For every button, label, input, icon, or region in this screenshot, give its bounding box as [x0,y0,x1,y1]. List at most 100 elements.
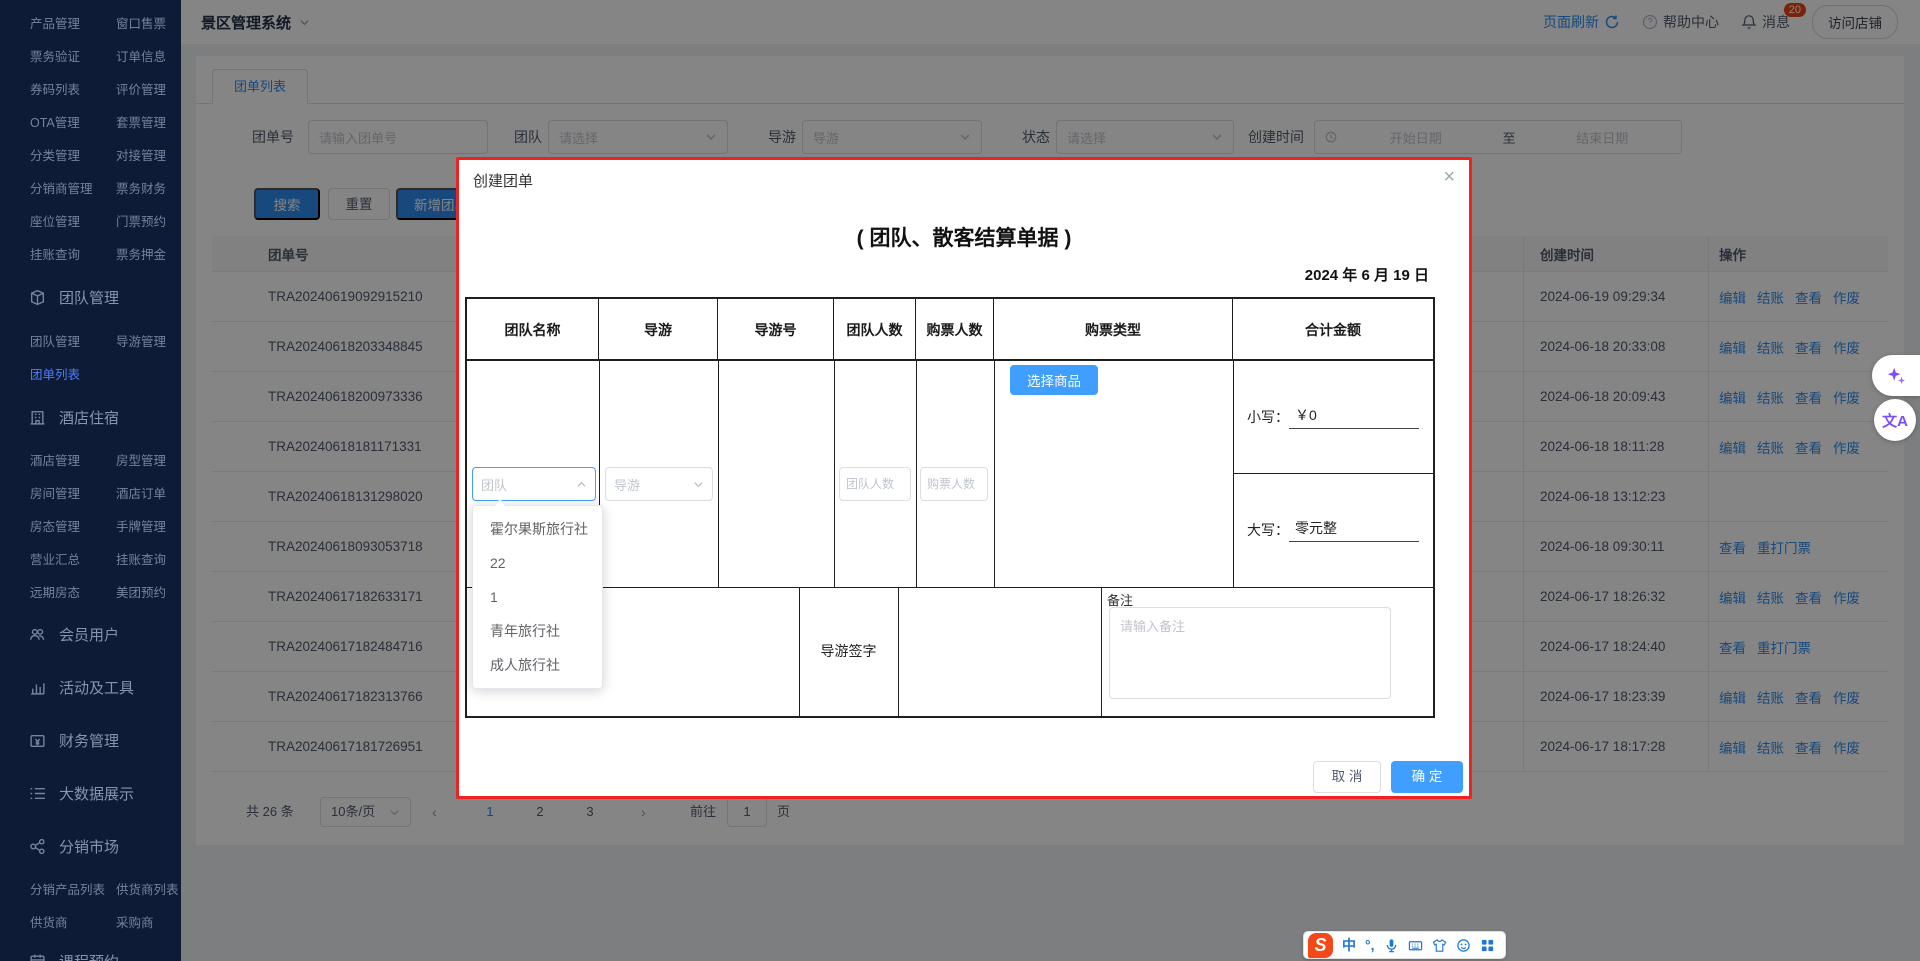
sidebar-item[interactable]: 票务押金 [116,239,181,272]
sidebar-item[interactable]: 远期房态 [30,577,116,610]
sidebar-item[interactable]: 营业汇总 [30,544,116,577]
sogou-logo-icon[interactable]: S [1308,933,1333,958]
sidebar-item[interactable]: 券码列表 [30,74,116,107]
sidebar-item[interactable]: 评价管理 [116,74,181,107]
col-total-amount: 合计金额 [1233,299,1433,361]
users-icon [29,626,46,643]
gridline [834,361,835,587]
amount-lowercase-label: 小写： [1247,407,1289,427]
sidebar-section-hotel[interactable]: 酒店住宿 [0,403,181,431]
amount-uppercase-cell: 大写： 零元整 [1233,473,1433,587]
sidebar-item[interactable]: 房态管理 [30,511,116,544]
confirm-button[interactable]: 确 定 [1391,761,1463,793]
sidebar-item[interactable]: 美团预约 [116,577,181,610]
sidebar-item[interactable]: 房间管理 [30,478,116,511]
skin-shirt-icon[interactable] [1432,938,1447,953]
select-product-button[interactable]: 选择商品 [1010,365,1098,395]
dropdown-option[interactable]: 霍尔果斯旅行社 [473,512,602,546]
remark-textarea[interactable] [1109,607,1391,699]
sidebar-item[interactable]: 酒店订单 [116,478,181,511]
col-guide-no: 导游号 [718,299,834,361]
sidebar-section-tools[interactable]: 活动及工具 [0,673,181,701]
microphone-icon[interactable] [1384,938,1399,953]
sidebar-section-members[interactable]: 会员用户 [0,620,181,648]
ime-punctuation-toggle[interactable]: °, [1365,937,1375,953]
sidebar-item[interactable]: 团队管理 [30,326,116,359]
sidebar-item[interactable]: 采购商 [116,907,181,940]
settlement-doc-title: ( 团队、散客结算单据 ) [459,222,1469,252]
amount-uppercase-value: 零元整 [1289,518,1419,542]
sidebar-item[interactable]: 挂账查询 [116,544,181,577]
building-icon [29,409,46,426]
sidebar-item[interactable]: 座位管理 [30,206,116,239]
sidebar-item[interactable]: 对接管理 [116,140,181,173]
sidebar-item[interactable]: 分销产品列表 [30,874,116,907]
modal-title: 创建团单 [473,170,533,191]
modal-team-select[interactable]: 团队 [472,467,596,501]
sidebar-item[interactable]: 导游管理 [116,326,181,359]
sidebar-item[interactable]: 票务验证 [30,41,116,74]
sidebar-item[interactable]: 手牌管理 [116,511,181,544]
sidebar-item[interactable]: 酒店管理 [30,445,116,478]
sidebar-item[interactable]: 挂账查询 [30,239,116,272]
sidebar-item[interactable]: 分类管理 [30,140,116,173]
modal-guide-placeholder: 导游 [614,475,693,494]
sidebar-section-market[interactable]: 分销市场 [0,832,181,860]
sidebar-section-label: 课程预约 [59,951,119,961]
col-team-name: 团队名称 [467,299,599,361]
modal-team-placeholder: 团队 [481,475,576,494]
sidebar-market-links: 分销产品列表 供货商列表 供货商 采购商 [0,874,181,940]
sidebar-item[interactable]: 分销商管理 [30,173,116,206]
dropdown-option[interactable]: 1 [473,580,602,614]
dropdown-option[interactable]: 青年旅行社 [473,614,602,648]
keyboard-icon[interactable] [1408,938,1423,953]
sidebar-item[interactable]: 订单信息 [116,41,181,74]
sidebar-section-finance[interactable]: 财务管理 [0,726,181,754]
amount-uppercase-label: 大写： [1247,520,1289,540]
ai-assistant-button[interactable] [1872,355,1920,396]
sidebar-section-course[interactable]: 课程预约 [0,947,181,961]
list-icon [29,785,46,802]
sidebar-section-label: 会员用户 [59,624,119,645]
sidebar-item[interactable]: 票务财务 [116,173,181,206]
sidebar-item[interactable]: 门票预约 [116,206,181,239]
sidebar-section-label: 活动及工具 [59,677,134,698]
sidebar-section-label: 团队管理 [59,287,119,308]
sidebar-team-links: 团队管理 导游管理 团单列表 [0,326,181,392]
dropdown-option[interactable]: 22 [473,546,602,580]
sidebar-item[interactable]: 套票管理 [116,107,181,140]
col-team-count: 团队人数 [834,299,916,361]
sidebar-section-bigdata[interactable]: 大数据展示 [0,779,181,807]
translate-icon: 文A [1882,410,1908,431]
emoji-face-icon[interactable] [1456,938,1471,953]
gridline [467,587,1433,588]
col-buy-count: 购票人数 [916,299,994,361]
share-icon [29,838,46,855]
ime-language-toggle[interactable]: 中 [1342,935,1356,955]
amount-lowercase-cell: 小写： ￥0 [1233,361,1433,473]
settlement-date: 2024 年 6 月 19 日 [1305,264,1429,285]
settlement-table: 团队名称 导游 导游号 团队人数 购票人数 购票类型 合计金额 小写： ￥0 [465,297,1435,718]
close-icon[interactable]: × [1443,166,1455,189]
translate-button[interactable]: 文A [1874,399,1916,441]
amount-lowercase-value: ￥0 [1289,405,1419,429]
screen: 产品管理 窗口售票 票务验证 订单信息 券码列表 评价管理 OTA管理 套票管理… [0,0,1920,961]
dropdown-option[interactable]: 成人旅行社 [473,648,602,682]
cube-icon [29,289,46,306]
col-ticket-type: 购票类型 [994,299,1233,361]
guide-signature-label: 导游签字 [799,587,898,716]
modal-team-count-input[interactable] [839,467,911,501]
sidebar-item[interactable]: OTA管理 [30,107,116,140]
cancel-button[interactable]: 取 消 [1313,761,1381,793]
toolbox-grid-icon[interactable] [1480,938,1495,953]
sidebar-item-active[interactable]: 团单列表 [30,359,116,392]
gridline [898,587,899,716]
modal-guide-select[interactable]: 导游 [605,467,713,501]
sidebar-item[interactable]: 产品管理 [30,8,116,41]
modal-buy-count-input[interactable] [920,467,988,501]
sidebar-section-team[interactable]: 团队管理 [0,283,181,311]
sidebar-item[interactable]: 窗口售票 [116,8,181,41]
sidebar-item[interactable]: 房型管理 [116,445,181,478]
sidebar-item[interactable]: 供货商列表 [116,874,181,907]
sidebar-item[interactable]: 供货商 [30,907,116,940]
